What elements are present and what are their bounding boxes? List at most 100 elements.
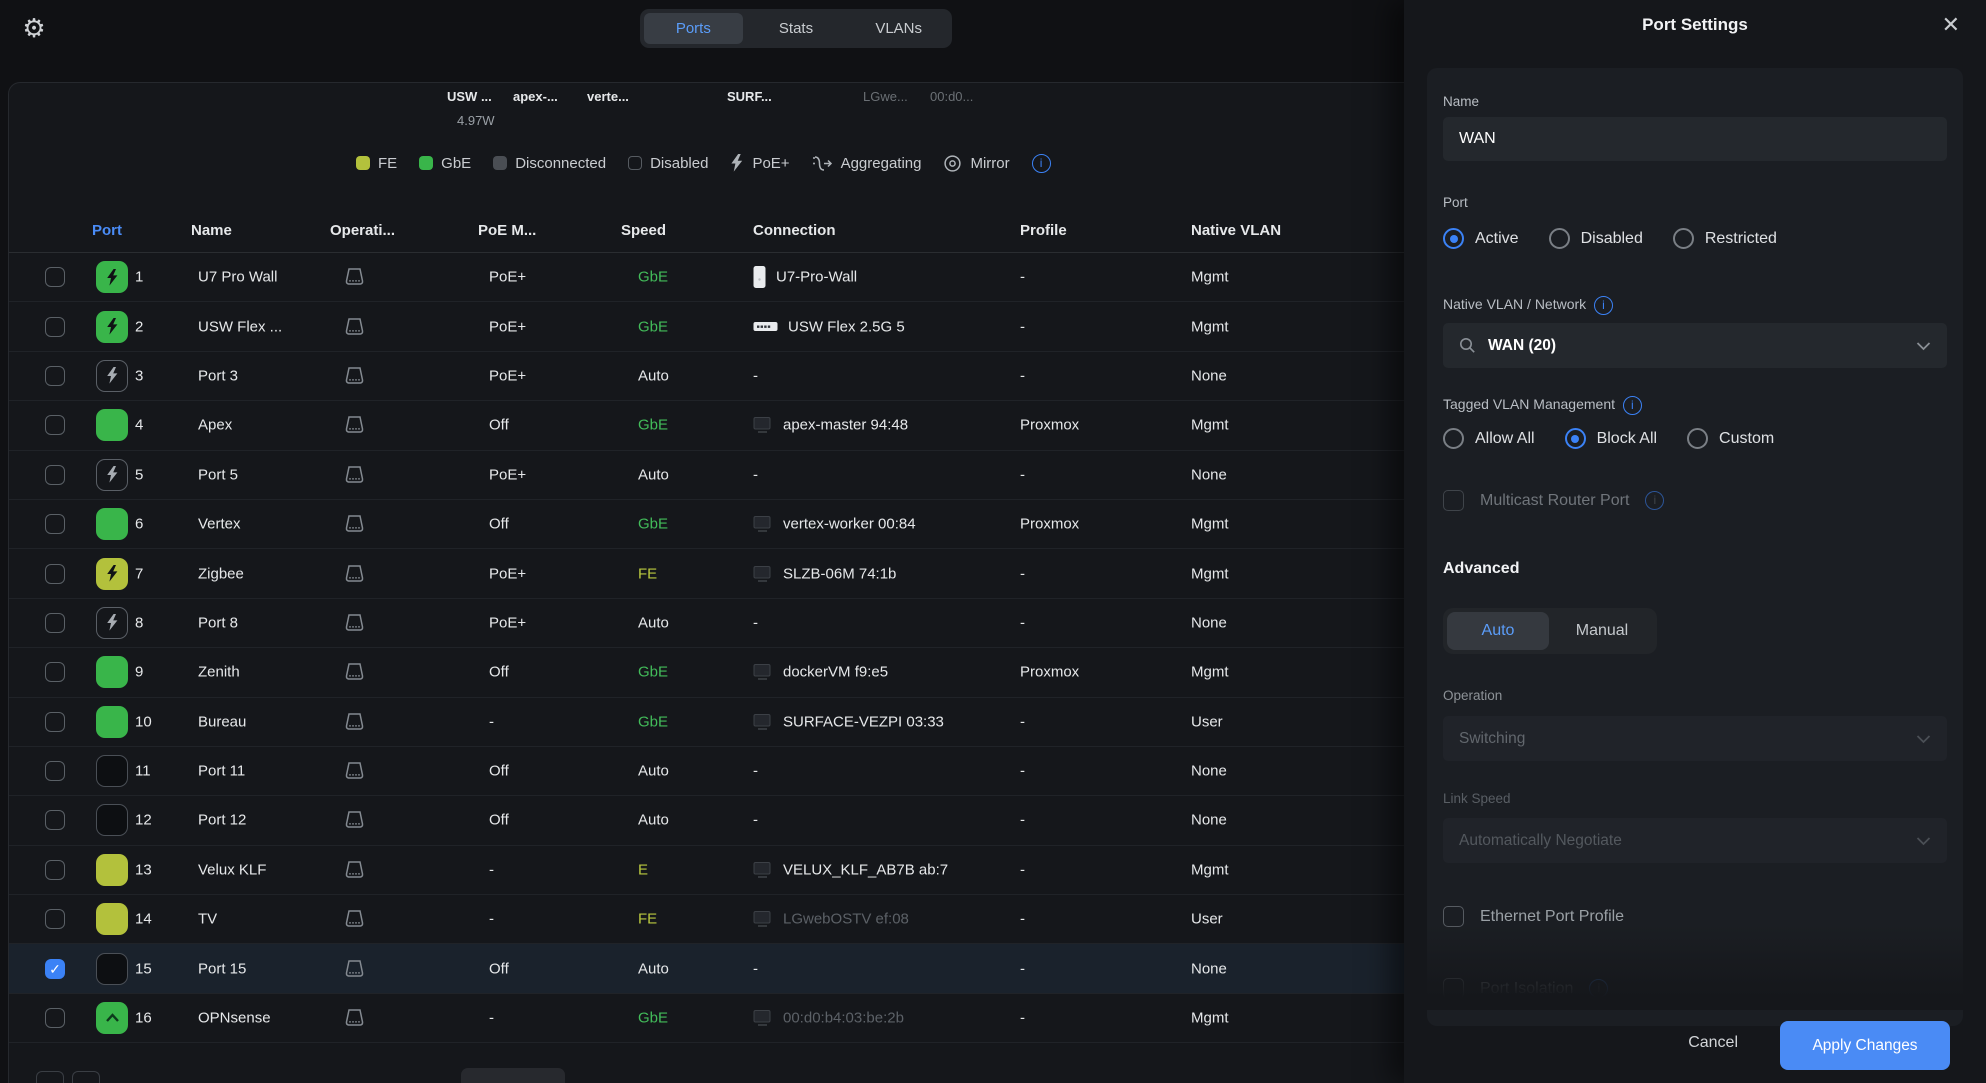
pagination-button-partial[interactable] bbox=[36, 1071, 64, 1083]
port-status-icon bbox=[96, 854, 128, 886]
table-row[interactable]: 11 Port 11 Off Auto - - None bbox=[9, 747, 1416, 796]
row-checkbox[interactable] bbox=[45, 613, 65, 633]
gear-icon[interactable]: ⚙ bbox=[18, 12, 50, 44]
column-header-name[interactable]: Name bbox=[191, 222, 232, 239]
row-checkbox[interactable]: ✓ bbox=[45, 959, 65, 979]
legend-item-mirror: Mirror bbox=[943, 154, 1009, 173]
tab-vlans[interactable]: VLANs bbox=[849, 13, 948, 44]
tagged-vlan-info-icon[interactable]: i bbox=[1623, 396, 1642, 415]
connected-device-label: 00:d0... bbox=[930, 89, 973, 104]
advanced-mode-auto[interactable]: Auto bbox=[1447, 612, 1549, 650]
top-bar: ⚙ PortsStatsVLANs bbox=[0, 0, 1404, 58]
legend-label: Disabled bbox=[650, 155, 708, 172]
table-row[interactable]: 10 Bureau - GbE SURFACE-VEZPI 03:33 - Us… bbox=[9, 698, 1416, 747]
multicast-info-icon[interactable]: i bbox=[1645, 491, 1664, 510]
operation-value: Switching bbox=[1459, 730, 1525, 748]
column-header-speed[interactable]: Speed bbox=[621, 222, 666, 239]
profile: - bbox=[1020, 763, 1025, 780]
tab-stats[interactable]: Stats bbox=[747, 13, 846, 44]
profile: - bbox=[1020, 318, 1025, 335]
multicast-router-port-checkbox[interactable] bbox=[1443, 490, 1464, 511]
pagination-button-partial[interactable] bbox=[72, 1071, 100, 1083]
pagination-control-partial[interactable] bbox=[461, 1068, 565, 1083]
name-input[interactable]: WAN bbox=[1443, 117, 1947, 161]
port-number: 14 bbox=[135, 911, 152, 928]
operation-device-icon bbox=[343, 1009, 366, 1028]
native-vlan: User bbox=[1191, 911, 1223, 928]
port-isolation-info-icon[interactable]: i bbox=[1589, 979, 1608, 998]
advanced-mode-manual[interactable]: Manual bbox=[1551, 612, 1653, 650]
port-name: U7 Pro Wall bbox=[198, 269, 277, 286]
row-checkbox[interactable] bbox=[45, 267, 65, 287]
row-checkbox[interactable] bbox=[45, 761, 65, 781]
native-vlan-select[interactable]: WAN (20) bbox=[1443, 323, 1947, 368]
unifi-ports-page: ⚙ PortsStatsVLANs USW ...apex-...verte..… bbox=[0, 0, 1986, 1083]
column-header-operation[interactable]: Operati... bbox=[330, 222, 395, 239]
row-checkbox[interactable] bbox=[45, 662, 65, 682]
port-name: OPNsense bbox=[198, 1010, 271, 1027]
table-row[interactable]: 16 OPNsense - GbE 00:d0:b4:03:be:2b - Mg… bbox=[9, 994, 1416, 1043]
legend-info-icon[interactable]: i bbox=[1032, 154, 1051, 173]
table-row[interactable]: 8 Port 8 PoE+ Auto - - None bbox=[9, 599, 1416, 648]
table-row[interactable]: ✓ 15 Port 15 Off Auto - - None bbox=[9, 944, 1416, 993]
row-checkbox[interactable] bbox=[45, 564, 65, 584]
connection-name: SURFACE-VEZPI 03:33 bbox=[783, 713, 944, 730]
close-icon[interactable]: ✕ bbox=[1942, 12, 1960, 38]
native-vlan: Mgmt bbox=[1191, 516, 1229, 533]
column-header-profile[interactable]: Profile bbox=[1020, 222, 1067, 239]
port-state-radio-disabled[interactable]: Disabled bbox=[1549, 228, 1643, 249]
profile: - bbox=[1020, 614, 1025, 631]
client-device-icon bbox=[753, 1010, 773, 1027]
device-strip: USW ...apex-...verte...SURF...LGwe...00:… bbox=[9, 83, 1416, 131]
column-header-port[interactable]: Port bbox=[92, 222, 122, 239]
port-speed: GbE bbox=[638, 664, 668, 681]
native-vlan: User bbox=[1191, 713, 1223, 730]
column-header-connection[interactable]: Connection bbox=[753, 222, 836, 239]
table-row[interactable]: 4 Apex Off GbE apex-master 94:48 Proxmox… bbox=[9, 401, 1416, 450]
row-checkbox[interactable] bbox=[45, 712, 65, 732]
table-row[interactable]: 12 Port 12 Off Auto - - None bbox=[9, 796, 1416, 845]
port-name: Port 5 bbox=[198, 466, 238, 483]
tagged-vlan-radio-allow-all[interactable]: Allow All bbox=[1443, 428, 1535, 449]
table-row[interactable]: 14 TV - FE LGwebOSTV ef:08 - User bbox=[9, 895, 1416, 944]
apply-changes-button[interactable]: Apply Changes bbox=[1780, 1021, 1950, 1070]
row-checkbox[interactable] bbox=[45, 366, 65, 386]
table-row[interactable]: 1 U7 Pro Wall PoE+ GbE U7-Pro-Wall - Mgm… bbox=[9, 253, 1416, 302]
column-header-poe-mode[interactable]: PoE M... bbox=[478, 222, 536, 239]
table-row[interactable]: 6 Vertex Off GbE vertex-worker 00:84 Pro… bbox=[9, 500, 1416, 549]
profile: - bbox=[1020, 960, 1025, 977]
native-vlan-info-icon[interactable]: i bbox=[1594, 296, 1613, 315]
tagged-vlan-radio-custom[interactable]: Custom bbox=[1687, 428, 1774, 449]
table-row[interactable]: 7 Zigbee PoE+ FE SLZB-06M 74:1b - Mgmt bbox=[9, 549, 1416, 598]
table-row[interactable]: 2 USW Flex ... PoE+ GbE USW Flex 2.5G 5 … bbox=[9, 302, 1416, 351]
connection-cell: dockerVM f9:e5 bbox=[753, 664, 888, 681]
row-checkbox[interactable] bbox=[45, 415, 65, 435]
row-checkbox[interactable] bbox=[45, 514, 65, 534]
row-checkbox[interactable] bbox=[45, 1008, 65, 1028]
tab-ports[interactable]: Ports bbox=[644, 13, 743, 44]
link-speed-value: Automatically Negotiate bbox=[1459, 832, 1622, 850]
native-vlan: Mgmt bbox=[1191, 664, 1229, 681]
tagged-vlan-radio-block-all[interactable]: Block All bbox=[1565, 428, 1657, 449]
link-speed-select[interactable]: Automatically Negotiate bbox=[1443, 818, 1947, 863]
table-row[interactable]: 5 Port 5 PoE+ Auto - - None bbox=[9, 451, 1416, 500]
table-row[interactable]: 9 Zenith Off GbE dockerVM f9:e5 Proxmox … bbox=[9, 648, 1416, 697]
table-row[interactable]: 3 Port 3 PoE+ Auto - - None bbox=[9, 352, 1416, 401]
port-status-icon bbox=[96, 261, 128, 293]
ethernet-port-profile-checkbox[interactable] bbox=[1443, 906, 1464, 927]
cancel-button[interactable]: Cancel bbox=[1688, 1034, 1738, 1052]
row-checkbox[interactable] bbox=[45, 810, 65, 830]
row-checkbox[interactable] bbox=[45, 860, 65, 880]
table-row[interactable]: 13 Velux KLF - E VELUX_KLF_AB7B ab:7 - M… bbox=[9, 846, 1416, 895]
operation-select[interactable]: Switching bbox=[1443, 716, 1947, 761]
row-checkbox[interactable] bbox=[45, 909, 65, 929]
row-checkbox[interactable] bbox=[45, 317, 65, 337]
operation-device-icon bbox=[343, 317, 366, 336]
column-header-native-vlan[interactable]: Native VLAN bbox=[1191, 222, 1281, 239]
client-device-icon bbox=[753, 911, 773, 928]
port-state-radio-restricted[interactable]: Restricted bbox=[1673, 228, 1777, 249]
port-state-radio-active[interactable]: Active bbox=[1443, 228, 1519, 249]
port-speed: FE bbox=[638, 911, 657, 928]
port-isolation-checkbox[interactable] bbox=[1443, 978, 1464, 999]
row-checkbox[interactable] bbox=[45, 465, 65, 485]
